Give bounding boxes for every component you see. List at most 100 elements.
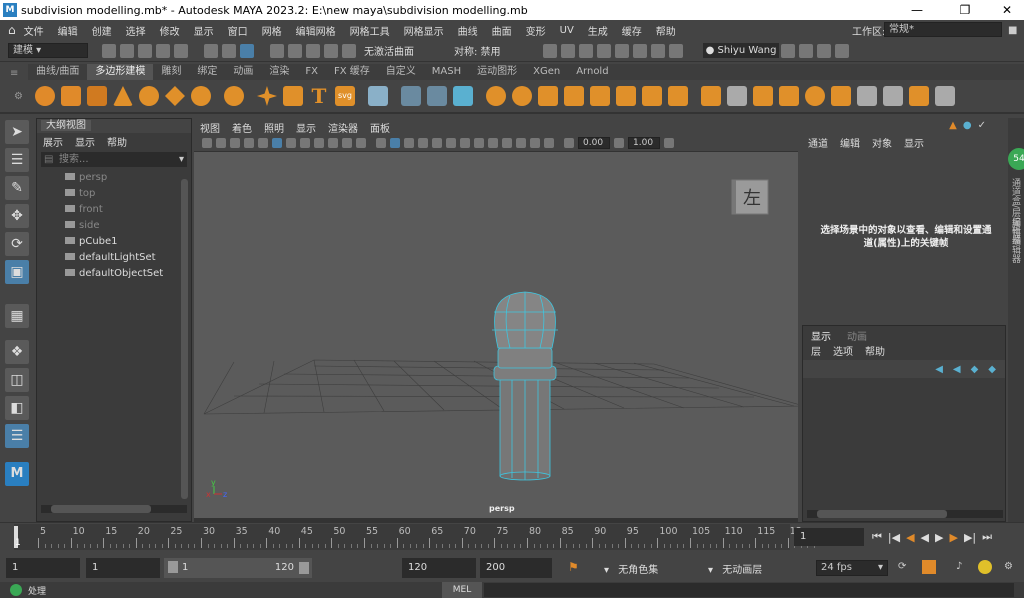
command-input[interactable] — [484, 583, 1014, 597]
render-setup-icon[interactable] — [632, 43, 647, 58]
select-tool-icon[interactable]: ➤ — [5, 120, 29, 144]
channel-sync-icon[interactable]: ● — [963, 120, 972, 131]
light-editor-icon[interactable] — [650, 43, 665, 58]
outliner-item[interactable]: defaultObjectSet — [37, 266, 191, 282]
undo-icon[interactable] — [156, 43, 170, 58]
wireframe-on-shaded-icon[interactable] — [404, 137, 414, 148]
gamma-field[interactable]: 1.00 — [628, 136, 660, 149]
layer-hscroll-track[interactable] — [807, 510, 1003, 518]
outliner-item[interactable]: pCube1 — [37, 234, 191, 250]
color-management-icon[interactable] — [664, 137, 674, 148]
anim-layer-dropdown[interactable]: ▾ 无动画层 — [708, 561, 762, 576]
viewport-menu-4[interactable]: 渲染器 — [328, 120, 358, 135]
smooth-icon[interactable] — [485, 86, 506, 106]
auto-key-icon[interactable]: ⚑ — [568, 560, 579, 574]
shelf-tab-8[interactable]: 自定义 — [378, 64, 424, 80]
tab-attribute-editor[interactable]: 属性编辑器 — [1010, 218, 1022, 263]
shelf-tab-5[interactable]: 渲染 — [261, 64, 297, 80]
uv-editor-icon[interactable] — [367, 86, 388, 106]
maya-aya-icon[interactable]: M — [5, 462, 29, 486]
shelf-tab-3[interactable]: 绑定 — [189, 64, 225, 80]
mirror-icon[interactable] — [452, 86, 473, 106]
smooth-shade-icon[interactable] — [390, 137, 400, 148]
range-slider[interactable]: 1 120 — [164, 558, 312, 578]
scale-tool-icon[interactable]: ▣ — [5, 260, 29, 284]
render-frame-icon[interactable] — [560, 43, 575, 58]
more-tools-icon[interactable] — [934, 86, 955, 106]
outliner-layout-icon[interactable]: ☰ — [5, 424, 29, 448]
loop-icon[interactable]: ⟳ — [898, 561, 906, 572]
grid-toggle-icon[interactable] — [272, 137, 282, 148]
symmetry-label[interactable]: 对称: 禁用 — [454, 43, 501, 58]
gamma-icon[interactable] — [614, 137, 624, 148]
channel-settings-icon[interactable]: ✓ — [978, 120, 986, 131]
pencil-icon[interactable] — [258, 137, 268, 148]
exposure-field[interactable]: 0.00 — [578, 136, 610, 149]
pcube1-mesh[interactable] — [492, 291, 558, 481]
close-button[interactable]: ✕ — [992, 0, 1022, 20]
new-layer-selected-icon[interactable]: ◆ — [988, 364, 996, 375]
platonic-solid-icon[interactable] — [223, 86, 244, 106]
extrude-icon[interactable] — [537, 86, 558, 106]
layer-menu-2[interactable]: 帮助 — [865, 343, 885, 358]
lasso-tool-icon[interactable]: ☰ — [5, 148, 29, 172]
shelf-menu-icon[interactable]: ⚙ — [14, 91, 23, 102]
render-settings-icon[interactable] — [596, 43, 611, 58]
shelf-tab-9[interactable]: MASH — [424, 64, 469, 80]
maximize-button[interactable]: ❐ — [950, 0, 980, 20]
exposure-icon[interactable] — [564, 137, 574, 148]
collapse-icon[interactable] — [856, 86, 877, 106]
viewport-3d[interactable]: 左 y x z persp — [194, 152, 798, 518]
field-chart-icon[interactable] — [328, 137, 338, 148]
viewport-menu-0[interactable]: 视图 — [200, 120, 220, 135]
super-shape-icon[interactable] — [256, 86, 277, 106]
snap-surface-icon[interactable] — [342, 43, 356, 58]
circularize-icon[interactable] — [882, 86, 903, 106]
bookmark-icon[interactable] — [230, 137, 240, 148]
shelf-tab-4[interactable]: 动画 — [225, 64, 261, 80]
menu-item-7[interactable]: 网格 — [262, 23, 282, 38]
shelf-tab-2[interactable]: 雕刻 — [153, 64, 189, 80]
go-to-end-icon[interactable]: ⏭ — [982, 530, 992, 544]
time-ticks[interactable]: 1 5 10 15 20 25 30 35 40 45 50 55 60 65 70 75 80 85 90 95 1… — [14, 524, 815, 550]
single-pane-layout-icon[interactable]: ▦ — [5, 304, 29, 328]
select-hierarchy-icon[interactable] — [204, 43, 218, 58]
crease-tool-icon[interactable] — [804, 86, 825, 106]
append-polygon-icon[interactable] — [615, 86, 636, 106]
step-forward-frame-icon[interactable]: ▶ — [949, 531, 957, 544]
view-cube[interactable]: 左 — [731, 179, 769, 215]
quad-draw-icon[interactable] — [908, 86, 929, 106]
minimize-button[interactable]: — — [902, 0, 932, 20]
channelbox-menu-2[interactable]: 对象 — [872, 135, 892, 150]
rotate-tool-icon[interactable]: ⟳ — [5, 232, 29, 256]
go-to-start-icon[interactable]: ⏮ — [872, 530, 882, 544]
mode-dropdown[interactable]: 建模 ▾ — [8, 43, 88, 58]
menu-item-2[interactable]: 创建 — [92, 23, 112, 38]
menu-item-12[interactable]: 曲面 — [492, 23, 512, 38]
layer-menu-1[interactable]: 选项 — [833, 343, 853, 358]
channel-box-icon[interactable] — [835, 43, 850, 58]
merge-icon[interactable] — [830, 86, 851, 106]
separate-icon[interactable] — [426, 86, 447, 106]
side-by-side-layout-icon[interactable]: ◧ — [5, 396, 29, 420]
combine-icon[interactable] — [400, 86, 421, 106]
move-layer-down-icon[interactable]: ◀ — [953, 364, 961, 375]
ambient-occlusion-icon[interactable] — [460, 137, 470, 148]
safe-title-icon[interactable] — [356, 137, 366, 148]
sound-icon[interactable]: ♪ — [956, 561, 962, 572]
xray-components-icon[interactable] — [544, 137, 554, 148]
playback-start-field[interactable]: 1 — [86, 558, 160, 578]
menu-item-14[interactable]: UV — [560, 25, 574, 36]
cache-playback-icon[interactable] — [922, 560, 936, 574]
notification-badge[interactable]: 54 — [1008, 148, 1024, 170]
poly-sphere-icon[interactable] — [34, 86, 55, 106]
mel-language-button[interactable]: MEL — [442, 582, 482, 598]
move-tool-icon[interactable]: ✥ — [5, 204, 29, 228]
menu-item-15[interactable]: 生成 — [588, 23, 608, 38]
channelbox-menu-1[interactable]: 编辑 — [840, 135, 860, 150]
gate-mask-icon[interactable] — [314, 137, 324, 148]
poly-plane-icon[interactable] — [164, 86, 185, 106]
poly-torus-icon[interactable] — [138, 86, 159, 106]
range-slider-end-handle[interactable] — [299, 562, 309, 574]
outliner-item[interactable]: defaultLightSet — [37, 250, 191, 266]
